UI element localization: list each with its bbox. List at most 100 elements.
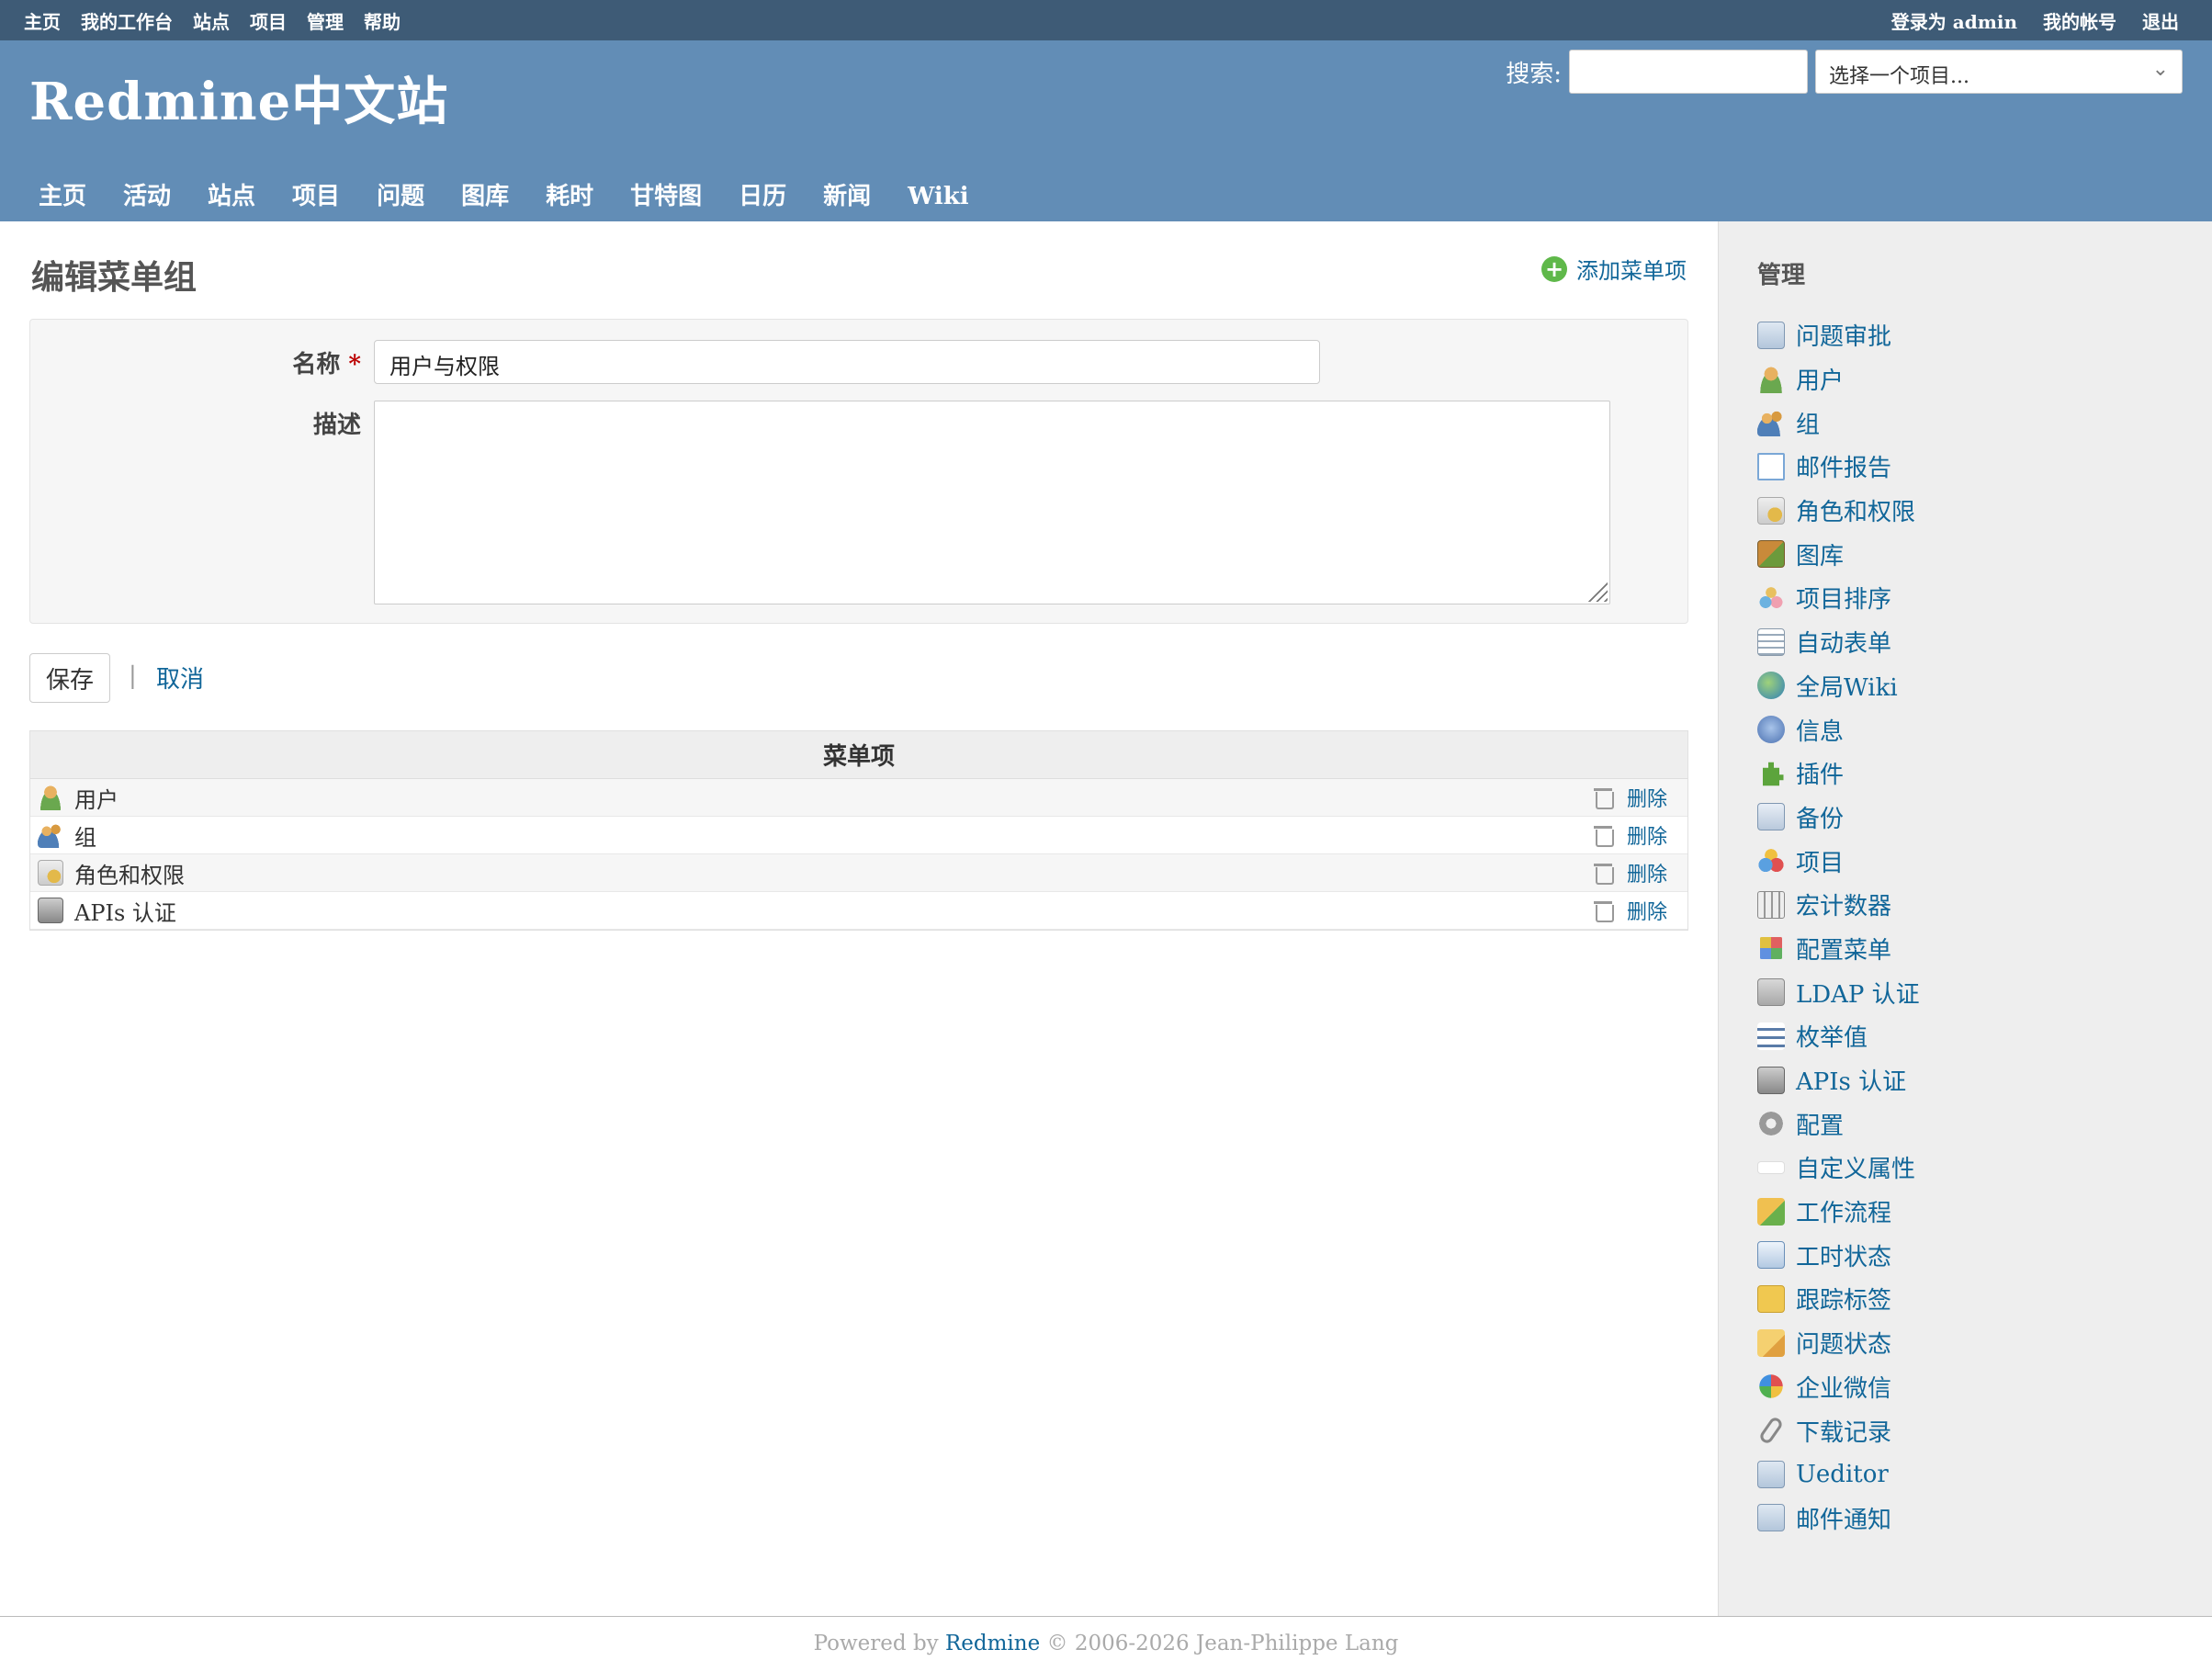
add-menu-item-label: 添加菜单项 — [1576, 258, 1687, 284]
table-row: 组 删除 — [30, 817, 1687, 854]
top-link-admin[interactable]: 管理 — [307, 7, 344, 34]
top-link-help[interactable]: 帮助 — [364, 7, 401, 34]
sidebar-item-users[interactable]: 用户 — [1757, 357, 1920, 401]
paperclip-icon — [1757, 1415, 1785, 1446]
sidebar-item-menu-config[interactable]: 配置菜单 — [1757, 927, 1920, 971]
sidebar-item-api-auth[interactable]: APIs 认证 — [1757, 1058, 1920, 1102]
separator: | — [129, 662, 137, 690]
main-menu-time[interactable]: 耗时 — [527, 178, 612, 215]
top-link-sites[interactable]: 站点 — [193, 7, 230, 34]
sidebar-item-downloads[interactable]: 下载记录 — [1757, 1408, 1920, 1452]
time-icon — [1757, 1241, 1785, 1270]
main-menu-sites[interactable]: 站点 — [189, 178, 274, 215]
project-jump-select[interactable]: 选择一个项目... ⌄ — [1815, 50, 2183, 94]
sidebar-item-mail-notify[interactable]: 邮件通知 — [1757, 1497, 1920, 1541]
sidebar-item-projects[interactable]: 项目 — [1757, 839, 1920, 883]
sidebar-item-settings[interactable]: 配置 — [1757, 1101, 1920, 1146]
my-account-link[interactable]: 我的帐号 — [2043, 7, 2116, 34]
sidebar-item-label: 枚举值 — [1796, 1024, 1868, 1053]
sidebar-item-issue-statuses[interactable]: 问题状态 — [1757, 1321, 1920, 1365]
main-menu-activity[interactable]: 活动 — [105, 178, 189, 215]
sidebar-item-roles[interactable]: 角色和权限 — [1757, 489, 1920, 533]
sidebar-item-issue-approval[interactable]: 问题审批 — [1757, 313, 1920, 357]
name-input[interactable]: 用户与权限 — [374, 340, 1320, 384]
delete-link[interactable]: 删除 — [1593, 896, 1667, 925]
sidebar-item-wechat[interactable]: 企业微信 — [1757, 1365, 1920, 1409]
menu-items-table: 菜单项 用户 删除 组 删除 角色和权限 删除 APIs 认证 删除 — [29, 730, 1688, 931]
footer: Powered by Redmine © 2006-2026 Jean-Phil… — [0, 1616, 2212, 1672]
sidebar-item-custom-fields[interactable]: 自定义属性 — [1757, 1146, 1920, 1190]
delete-link[interactable]: 删除 — [1593, 858, 1667, 887]
sidebar-item-groups[interactable]: 组 — [1757, 401, 1920, 445]
trash-icon — [1593, 900, 1614, 922]
main-menu-projects[interactable]: 项目 — [274, 178, 358, 215]
cancel-link[interactable]: 取消 — [156, 661, 204, 695]
sidebar-item-info[interactable]: 信息 — [1757, 707, 1920, 751]
row-label: 角色和权限 — [74, 862, 185, 888]
main-menu-news[interactable]: 新闻 — [805, 178, 889, 215]
sidebar-item-label: 项目排序 — [1796, 586, 1892, 615]
sidebar-item-gallery[interactable]: 图库 — [1757, 532, 1920, 576]
sidebar-item-macro-counter[interactable]: 宏计数器 — [1757, 883, 1920, 927]
top-menu-links: 主页 我的工作台 站点 项目 管理 帮助 — [24, 7, 401, 34]
logout-link[interactable]: 退出 — [2142, 7, 2179, 34]
sidebar-item-label: 邮件通知 — [1796, 1506, 1892, 1534]
group-icon — [1757, 409, 1785, 437]
logged-user-link[interactable]: admin — [1953, 11, 2017, 33]
status-icon — [1757, 1328, 1785, 1357]
save-button[interactable]: 保存 — [29, 653, 110, 703]
header: Redmine中文站 搜索: 选择一个项目... ⌄ 主页 活动 站点 项目 问… — [0, 40, 2212, 221]
role-icon — [38, 860, 63, 886]
sidebar-item-mail-report[interactable]: 邮件报告 — [1757, 445, 1920, 489]
powered-by: Powered by — [813, 1632, 939, 1655]
search-input[interactable] — [1569, 50, 1808, 94]
main-menu-home[interactable]: 主页 — [20, 178, 105, 215]
sidebar-item-project-sort[interactable]: 项目排序 — [1757, 576, 1920, 620]
main-menu-gallery[interactable]: 图库 — [443, 178, 527, 215]
logged-as: 登录为 admin — [1891, 7, 2017, 34]
main-menu-wiki[interactable]: Wiki — [889, 178, 988, 215]
chevron-down-icon: ⌄ — [2151, 58, 2169, 81]
top-menu: 主页 我的工作台 站点 项目 管理 帮助 登录为 admin 我的帐号 退出 — [0, 0, 2212, 40]
admin-menu: 问题审批 用户 组 邮件报告 角色和权限 图库 项目排序 自动表单 全局Wiki… — [1757, 313, 1920, 1540]
top-link-my-page[interactable]: 我的工作台 — [81, 7, 173, 34]
delete-link[interactable]: 删除 — [1593, 783, 1667, 812]
row-name: 角色和权限 — [38, 857, 1594, 889]
sidebar-item-plugins[interactable]: 插件 — [1757, 751, 1920, 796]
main-menu-calendar[interactable]: 日历 — [720, 178, 805, 215]
delete-link[interactable]: 删除 — [1593, 820, 1667, 850]
resize-grip-icon[interactable] — [1587, 582, 1608, 602]
sidebar-item-ueditor[interactable]: Ueditor — [1757, 1452, 1920, 1497]
sidebar-item-ldap[interactable]: LDAP 认证 — [1757, 970, 1920, 1014]
sidebar-item-backup[interactable]: 备份 — [1757, 796, 1920, 840]
sidebar-item-enumerations[interactable]: 枚举值 — [1757, 1014, 1920, 1058]
main-menu-gantt[interactable]: 甘特图 — [612, 178, 720, 215]
sidebar-item-auto-form[interactable]: 自动表单 — [1757, 620, 1920, 664]
sidebar-item-workflow[interactable]: 工作流程 — [1757, 1190, 1920, 1234]
main-menu: 主页 活动 站点 项目 问题 图库 耗时 甘特图 日历 新闻 Wiki — [20, 178, 988, 215]
tag-icon — [1757, 1284, 1785, 1313]
row-label: APIs 认证 — [74, 899, 176, 926]
trash-icon — [1593, 863, 1614, 885]
site-title[interactable]: Redmine中文站 — [29, 61, 448, 135]
sidebar-item-label: 配置 — [1796, 1112, 1845, 1140]
row-label: 用户 — [74, 786, 118, 813]
trash-icon — [1593, 787, 1614, 809]
row-name: APIs 认证 — [38, 895, 1594, 927]
account-links: 登录为 admin 我的帐号 退出 — [1891, 7, 2179, 34]
page-title: 编辑菜单组 — [31, 258, 198, 297]
sidebar-item-global-wiki[interactable]: 全局Wiki — [1757, 664, 1920, 708]
sidebar-item-time-status[interactable]: 工时状态 — [1757, 1233, 1920, 1277]
copyright: © 2006-2026 Jean-Philippe Lang — [1046, 1632, 1399, 1655]
sidebar-item-trackers[interactable]: 跟踪标签 — [1757, 1277, 1920, 1321]
description-textarea[interactable] — [374, 401, 1610, 604]
backup-icon — [1757, 803, 1785, 831]
main-menu-issues[interactable]: 问题 — [358, 178, 443, 215]
top-link-projects[interactable]: 项目 — [250, 7, 287, 34]
add-menu-item-link[interactable]: + 添加菜单项 — [1541, 253, 1687, 285]
main-content: 编辑菜单组 + 添加菜单项 名称 * 用户与权限 描述 保存 | 取消 菜单项 … — [0, 221, 1718, 1616]
top-link-home[interactable]: 主页 — [24, 7, 61, 34]
redmine-link[interactable]: Redmine — [945, 1632, 1040, 1655]
grid-icon — [1760, 937, 1782, 960]
sidebar-item-label: 用户 — [1796, 367, 1845, 396]
